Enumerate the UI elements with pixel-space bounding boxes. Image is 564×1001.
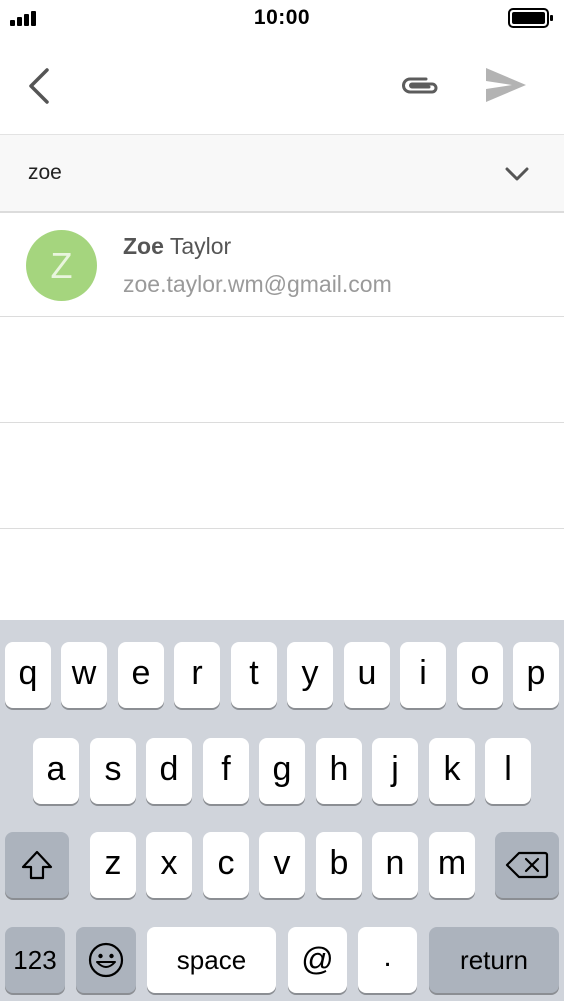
contact-name-rest: Taylor — [163, 233, 232, 259]
key-o[interactable]: o — [457, 642, 503, 708]
key-i[interactable]: i — [400, 642, 446, 708]
key-s[interactable]: s — [90, 738, 136, 804]
key-r[interactable]: r — [174, 642, 220, 708]
keyboard: q w e r t y u i o p a s d f g h j k l z … — [0, 620, 564, 1001]
key-b[interactable]: b — [316, 832, 362, 898]
emoji-icon — [88, 942, 124, 978]
paperclip-icon[interactable] — [396, 66, 444, 106]
key-k[interactable]: k — [429, 738, 475, 804]
avatar: Z — [26, 230, 97, 301]
key-e[interactable]: e — [118, 642, 164, 708]
delete-key[interactable] — [495, 832, 559, 898]
key-g[interactable]: g — [259, 738, 305, 804]
contact-suggestion[interactable]: Z Zoe Taylor zoe.taylor.wm@gmail.com — [0, 213, 564, 317]
key-f[interactable]: f — [203, 738, 249, 804]
key-z[interactable]: z — [90, 832, 136, 898]
divider — [0, 422, 564, 423]
key-h[interactable]: h — [316, 738, 362, 804]
emoji-key[interactable] — [76, 927, 136, 993]
shift-key[interactable] — [5, 832, 69, 898]
status-time: 10:00 — [253, 6, 311, 29]
key-t[interactable]: t — [231, 642, 277, 708]
recipient-input[interactable] — [28, 157, 428, 189]
chevron-down-icon[interactable] — [502, 159, 532, 189]
key-n[interactable]: n — [372, 832, 418, 898]
key-a[interactable]: a — [33, 738, 79, 804]
contact-name: Zoe Taylor — [123, 233, 231, 260]
contact-email: zoe.taylor.wm@gmail.com — [123, 271, 392, 297]
key-q[interactable]: q — [5, 642, 51, 708]
key-u[interactable]: u — [344, 642, 390, 708]
battery-icon — [508, 8, 553, 28]
key-w[interactable]: w — [61, 642, 107, 708]
recipient-row — [0, 135, 564, 213]
key-l[interactable]: l — [485, 738, 531, 804]
key-j[interactable]: j — [372, 738, 418, 804]
back-button[interactable] — [20, 64, 60, 108]
divider — [0, 528, 564, 529]
key-x[interactable]: x — [146, 832, 192, 898]
shift-icon — [21, 850, 53, 880]
key-m[interactable]: m — [429, 832, 475, 898]
return-key[interactable]: return — [429, 927, 559, 993]
send-icon[interactable] — [482, 64, 528, 106]
at-key[interactable]: @ — [288, 927, 347, 993]
key-p[interactable]: p — [513, 642, 559, 708]
key-d[interactable]: d — [146, 738, 192, 804]
key-c[interactable]: c — [203, 832, 249, 898]
space-key[interactable]: space — [147, 927, 276, 993]
backspace-icon — [505, 851, 549, 879]
status-bar: 10:00 — [0, 0, 564, 36]
dot-key[interactable]: . — [358, 927, 417, 993]
key-v[interactable]: v — [259, 832, 305, 898]
contact-name-match: Zoe — [123, 233, 164, 259]
numbers-key[interactable]: 123 — [5, 927, 65, 993]
key-y[interactable]: y — [287, 642, 333, 708]
compose-toolbar — [0, 36, 564, 135]
